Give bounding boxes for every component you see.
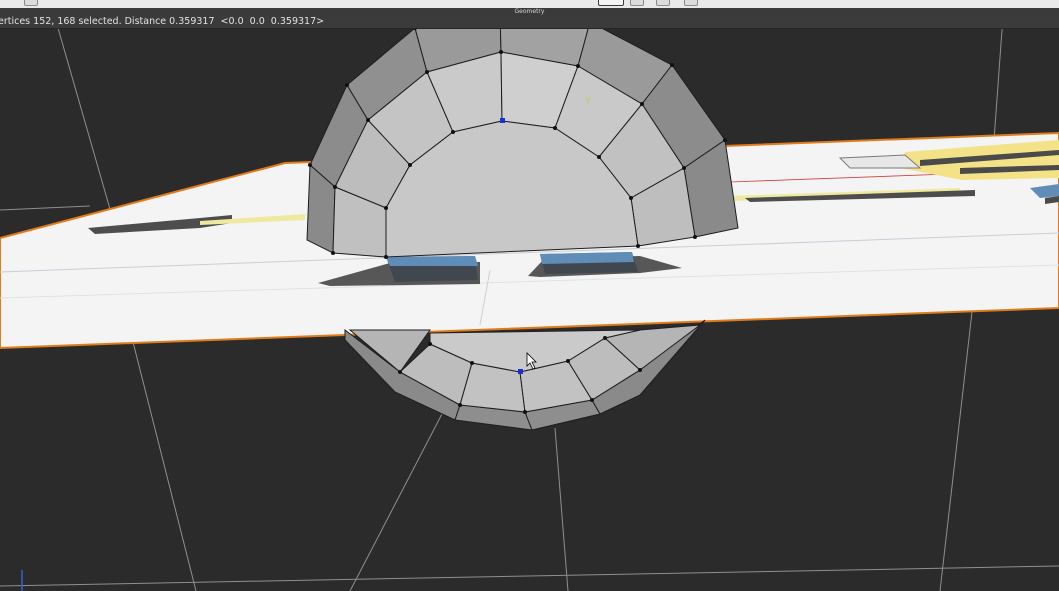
- toolbar-button-active[interactable]: [598, 0, 624, 6]
- selected-vertex-bottom[interactable]: [518, 369, 523, 374]
- selected-vertex-top[interactable]: [500, 118, 505, 123]
- 3d-viewport[interactable]: Y Z: [0, 0, 1059, 591]
- toolbar-button[interactable]: [630, 0, 644, 6]
- modeling-app-window: Y Z Geometry ertices 152, 168 selected. …: [0, 0, 1059, 591]
- toolbar-button[interactable]: [684, 0, 698, 6]
- toolbar-button[interactable]: [656, 0, 670, 6]
- panel-header: Geometry: [0, 8, 1059, 15]
- panel-title: Geometry: [514, 8, 545, 15]
- axis-y-label: Y: [584, 97, 591, 107]
- status-bar: ertices 152, 168 selected. Distance 0.35…: [0, 15, 1059, 29]
- status-text: ertices 152, 168 selected. Distance 0.35…: [0, 16, 325, 27]
- toolbar-button[interactable]: [24, 0, 38, 6]
